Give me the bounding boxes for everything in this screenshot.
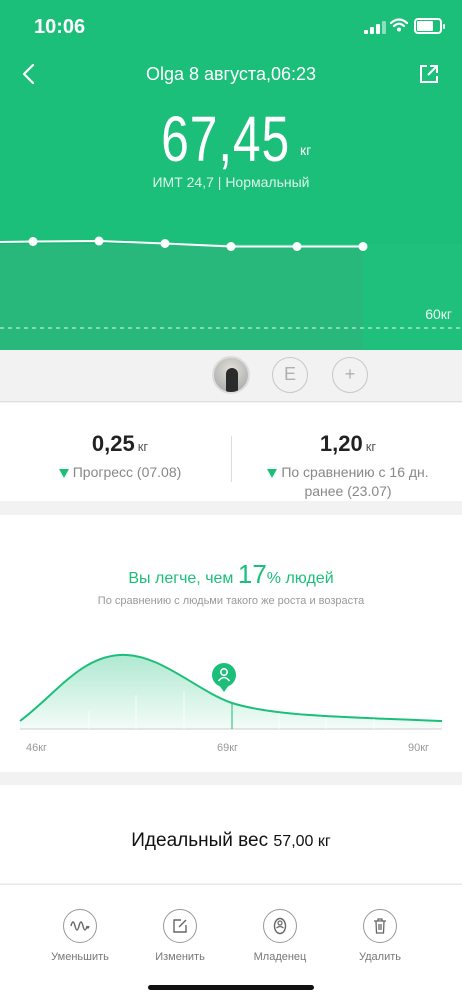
baby-label: Младенец <box>253 951 307 963</box>
add-user-button[interactable]: + <box>332 357 368 393</box>
trend-point <box>160 239 170 248</box>
trend-point <box>358 242 368 251</box>
edit-button[interactable]: Изменить <box>130 909 230 963</box>
comparison-subtitle: По сравнению с людьми такого же роста и … <box>97 595 365 607</box>
baby-icon <box>263 909 297 943</box>
trend-point <box>292 242 302 251</box>
summary-header: 10:06 Olga 8 августа,06:23 67,45 кг ИМТ 2… <box>0 0 462 350</box>
avatar[interactable] <box>212 356 250 394</box>
battery-icon <box>414 18 445 34</box>
down-arrow-icon <box>267 468 278 478</box>
ideal-weight-label: Идеальный вес <box>131 830 269 851</box>
bmi-status: ИМТ 24,7 | Нормальный <box>152 174 310 190</box>
comparison-headline: Вы легче, чем 17% людей <box>0 559 462 590</box>
user-switcher: E + <box>0 350 462 402</box>
trash-icon <box>363 909 397 943</box>
bottom-actions: Уменьшить Изменить Младенец Удалить <box>0 884 462 1000</box>
progress-value: 0,25 <box>91 431 135 456</box>
headline-suffix: % людей <box>266 570 334 587</box>
edit-icon <box>163 909 197 943</box>
divider <box>231 436 232 482</box>
user-position-marker <box>212 663 236 692</box>
headline-prefix: Вы легче, чем <box>128 570 238 587</box>
compare-label-line2: ранее (23.07) <box>304 483 392 499</box>
weight-value: 67,45 кг <box>0 104 462 174</box>
weight-number: 67,45 <box>160 103 290 175</box>
status-bar: 10:06 <box>0 0 462 54</box>
axis-label-max: 90кг <box>408 742 429 754</box>
ideal-weight-value: 57,00 кг <box>273 833 331 850</box>
trend-point <box>226 242 236 251</box>
home-indicator <box>148 985 314 990</box>
distribution-chart: 46кг 69кг 90кг <box>19 653 443 754</box>
goal-weight-label: 60кг <box>425 306 452 322</box>
wave-icon <box>63 909 97 943</box>
status-time: 10:06 <box>34 16 86 38</box>
user-e-button[interactable]: E <box>272 357 308 393</box>
signal-icon <box>364 20 386 34</box>
down-arrow-icon <box>58 468 69 478</box>
reduce-button[interactable]: Уменьшить <box>30 909 130 963</box>
baby-button[interactable]: Младенец <box>230 909 330 963</box>
trend-point <box>28 237 38 246</box>
progress-unit: кг <box>137 439 149 454</box>
weight-unit: кг <box>299 142 312 158</box>
compare-change: 1,20 кг По сравнению с 16 дн. ранее (23.07… <box>248 431 448 501</box>
page-title: Olga 8 августа,06:23 <box>145 64 317 84</box>
population-comparison: Вы легче, чем 17% людей По сравнению с л… <box>0 515 462 772</box>
share-icon[interactable] <box>418 63 440 85</box>
wifi-icon <box>390 18 408 32</box>
progress-change: 0,25 кг Прогресс (07.08) <box>40 431 200 482</box>
trend-point <box>94 236 104 246</box>
reduce-label: Уменьшить <box>51 951 109 963</box>
axis-label-mid: 69кг <box>217 742 238 754</box>
delete-button[interactable]: Удалить <box>330 909 430 963</box>
edit-label: Изменить <box>155 951 205 963</box>
compare-value: 1,20 <box>319 431 363 456</box>
progress-label: Прогресс (07.08) <box>72 464 182 480</box>
weight-trend-chart <box>0 236 462 350</box>
compare-unit: кг <box>365 439 377 454</box>
ideal-weight-card: Идеальный вес 57,00 кг <box>0 785 462 883</box>
headline-percent: 17 <box>237 559 267 589</box>
axis-label-min: 46кг <box>26 742 47 754</box>
compare-label-line1: По сравнению с 16 дн. <box>281 464 429 480</box>
weight-changes: 0,25 кг Прогресс (07.08) 1,20 кг По сравне… <box>0 403 462 501</box>
delete-label: Удалить <box>359 951 401 963</box>
